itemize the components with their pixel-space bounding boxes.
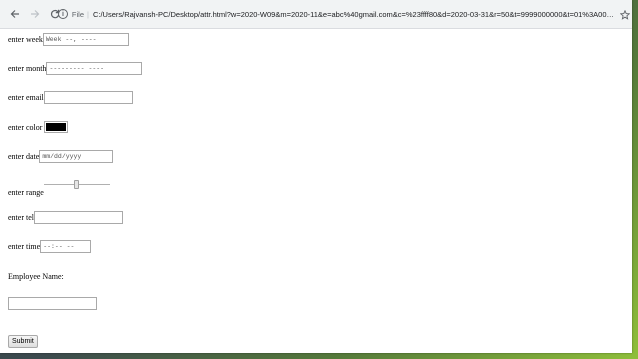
- tel-label: enter tel: [8, 212, 34, 222]
- bookmark-star-icon[interactable]: [619, 7, 631, 25]
- color-label: enter color: [8, 122, 43, 132]
- month-label: enter month: [8, 63, 47, 73]
- color-row: enter color: [8, 120, 69, 134]
- date-row: enter date mm/dd/yyyy: [8, 149, 114, 163]
- tel-row: enter tel: [8, 210, 123, 224]
- address-bar[interactable]: i File | C:/Users/Rajvansh-PC/Desktop/at…: [58, 6, 618, 22]
- employee-input-row: [8, 296, 97, 310]
- range-slider[interactable]: [43, 180, 110, 190]
- submit-button[interactable]: Submit: [8, 335, 38, 348]
- url-text: C:/Users/Rajvansh-PC/Desktop/attr.html?w…: [92, 9, 618, 19]
- url-scheme: File: [71, 9, 85, 19]
- forward-arrow-icon[interactable]: [26, 5, 44, 23]
- employee-name-input[interactable]: [8, 296, 97, 310]
- week-input[interactable]: Week --, ----: [42, 32, 129, 46]
- browser-toolbar: i File | C:/Users/Rajvansh-PC/Desktop/at…: [0, 0, 632, 29]
- time-label: enter time: [8, 241, 41, 251]
- range-row: enter range: [8, 180, 110, 197]
- email-input[interactable]: [43, 90, 133, 104]
- date-input[interactable]: mm/dd/yyyy: [39, 149, 114, 163]
- back-arrow-icon[interactable]: [6, 5, 24, 23]
- date-label: enter date: [8, 151, 40, 161]
- range-thumb[interactable]: [74, 180, 80, 189]
- time-row: enter time --:-- --: [8, 239, 92, 253]
- month-input[interactable]: --------- ----: [46, 61, 143, 75]
- employee-row: Employee Name:: [8, 269, 64, 283]
- url-separator: |: [87, 9, 89, 19]
- color-swatch: [46, 123, 67, 131]
- range-label: enter range: [8, 187, 44, 197]
- browser-window: i File | C:/Users/Rajvansh-PC/Desktop/at…: [0, 0, 632, 353]
- tel-input[interactable]: [33, 210, 123, 224]
- month-row: enter month --------- ----: [8, 61, 143, 75]
- info-icon[interactable]: i: [58, 9, 68, 19]
- time-input[interactable]: --:-- --: [40, 239, 92, 253]
- email-label: enter email: [8, 92, 44, 102]
- employee-label: Employee Name:: [8, 271, 64, 281]
- color-picker[interactable]: [44, 121, 69, 133]
- page-content: enter week Week --, ---- enter month ---…: [0, 29, 632, 353]
- week-label: enter week: [8, 34, 43, 44]
- week-row: enter week Week --, ----: [8, 32, 129, 46]
- email-row: enter email: [8, 90, 133, 104]
